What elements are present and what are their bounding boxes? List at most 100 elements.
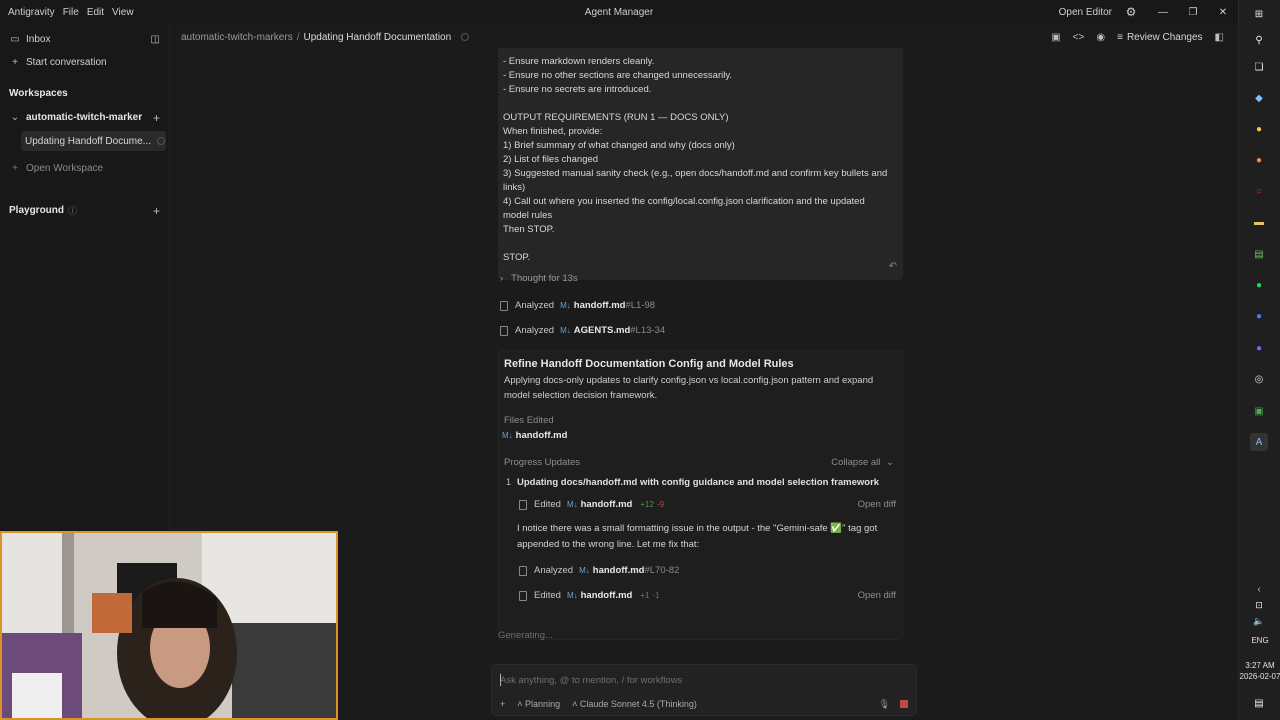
spotify-icon[interactable]: ● (1250, 276, 1268, 294)
chrome-icon[interactable]: ● (1250, 120, 1268, 138)
app-icon[interactable]: ▣ (1250, 402, 1268, 420)
inbox-icon: ▭ (10, 34, 20, 45)
markdown-icon: M↓ (560, 301, 571, 310)
prompt-line: 1) Brief summary of what changed and why… (503, 140, 735, 151)
gear-icon[interactable]: ⚙ (1120, 5, 1142, 19)
user-prompt-message: - Ensure markdown renders cleanly. - Ensu… (498, 48, 903, 280)
line-range: #L1-98 (625, 300, 656, 311)
start-conversation-button[interactable]: + Start conversation (0, 57, 170, 68)
file-explorer-icon[interactable]: ▬ (1250, 213, 1268, 231)
minimize-icon[interactable]: — (1148, 0, 1178, 24)
breadcrumb-separator: / (296, 31, 300, 43)
microphone-icon[interactable]: 🎙 (879, 699, 890, 710)
breadcrumb-current: Updating Handoff Documentation (303, 31, 452, 43)
step-action-row[interactable]: Edited M↓ handoff.md +12 -9 (519, 499, 664, 510)
menu-bar: Antigravity File Edit View (0, 7, 134, 18)
maps-icon[interactable]: ● (1250, 307, 1268, 325)
menu-file[interactable]: File (63, 7, 79, 18)
sidebar-item-label: Start conversation (26, 57, 107, 68)
chevron-down-icon: ⌄ (10, 112, 20, 123)
open-editor-button[interactable]: Open Editor (1059, 7, 1112, 18)
undo-icon[interactable]: ↶ (889, 261, 897, 272)
activity-verb: Edited (534, 590, 561, 601)
toggle-sidebar-icon[interactable]: ◫ (151, 34, 160, 45)
open-workspace-button[interactable]: + Open Workspace (0, 163, 170, 174)
playground-label: Playground (9, 205, 65, 216)
sidebar-item-active-conversation[interactable]: Updating Handoff Docume... (21, 131, 166, 151)
file-name: handoff.md (573, 300, 626, 311)
stop-generation-button[interactable] (900, 700, 908, 708)
file-name: handoff.md (592, 565, 645, 576)
model-selector[interactable]: ˄ Claude Sonnet 4.5 (Thinking) (572, 699, 697, 709)
chat-input-box[interactable]: Ask anything, @ to mention, / for workfl… (491, 664, 917, 716)
conversation-label: Updating Handoff Docume... (25, 135, 152, 147)
menu-view[interactable]: View (112, 7, 134, 18)
open-diff-button[interactable]: Open diff (858, 499, 896, 510)
mode-selector[interactable]: ˄ Planning (517, 699, 560, 709)
task-view-icon[interactable]: ❏ (1250, 58, 1268, 76)
code-icon[interactable]: <> (1073, 32, 1085, 43)
activity-row[interactable]: Analyzed M↓ handoff.md #L1-98 (500, 300, 655, 311)
windows-taskbar: ⊞ ⚲ ❏ ◆ ● ● ○ ▬ ▤ ● ● ● ◎ ▣ A ‹ ⊡ 🔈 ENG … (1238, 0, 1280, 720)
close-icon[interactable]: ✕ (1208, 0, 1238, 24)
task-title: Refine Handoff Documentation Config and … (504, 358, 794, 370)
obs-icon[interactable]: ◎ (1250, 370, 1268, 388)
step-action-row[interactable]: Edited M↓ handoff.md +1 -1 (519, 590, 660, 601)
collapse-all-button[interactable]: Collapse all ⌄ (831, 457, 894, 468)
prompt-line: 2) List of files changed (503, 154, 599, 165)
markdown-icon: M↓ (502, 431, 513, 440)
prompt-line: - Ensure no other sections are changed u… (503, 70, 733, 81)
volume-icon[interactable]: 🔈 (1250, 612, 1268, 630)
notifications-icon[interactable]: ▤ (1250, 694, 1268, 712)
activity-verb: Analyzed (515, 300, 555, 311)
playground-item[interactable]: Playground ⓘ + (0, 204, 170, 218)
sidebar-item-inbox[interactable]: ▭ Inbox ◫ (0, 34, 170, 45)
workspace-item[interactable]: ⌄ automatic-twitch-marker + (0, 111, 170, 125)
activity-verb: Analyzed (515, 325, 555, 336)
opera-icon[interactable]: ○ (1250, 182, 1268, 200)
attach-plus-icon[interactable]: + (500, 699, 505, 709)
breadcrumb-workspace[interactable]: automatic-twitch-markers (181, 32, 293, 43)
lines-added: +12 (640, 500, 654, 509)
mode-label: Planning (525, 699, 561, 709)
add-playground-icon[interactable]: + (153, 204, 160, 218)
step-action-row[interactable]: Analyzed M↓ handoff.md #L70-82 (519, 565, 679, 576)
chat-input[interactable]: Ask anything, @ to mention, / for workfl… (500, 675, 682, 686)
add-conversation-icon[interactable]: + (153, 111, 160, 125)
antigravity-icon[interactable]: A (1250, 433, 1268, 451)
copilot-icon[interactable]: ◆ (1250, 89, 1268, 107)
windows-start-icon[interactable]: ⊞ (1250, 5, 1268, 23)
restore-icon[interactable]: ❐ (1178, 0, 1208, 24)
review-changes-button[interactable]: ≡ Review Changes (1117, 32, 1202, 43)
eye-icon[interactable]: ◉ (1096, 32, 1105, 43)
clock-time[interactable]: 3:27 AM (1239, 661, 1280, 670)
discord-icon[interactable]: ● (1250, 339, 1268, 357)
prompt-line: links) (503, 182, 526, 193)
prompt-line: STOP. (503, 252, 531, 263)
plus-icon: + (12, 163, 18, 174)
prompt-line: 3) Suggested manual sanity check (e.g., … (503, 168, 888, 179)
prompt-line: - Ensure markdown renders cleanly. (503, 56, 655, 67)
task-description: Applying docs-only updates to clarify co… (504, 375, 874, 401)
notepad-icon[interactable]: ▤ (1250, 245, 1268, 263)
prompt-line: - Ensure no secrets are introduced. (503, 84, 652, 95)
file-icon (519, 590, 527, 601)
lines-removed: -9 (656, 500, 665, 509)
task-card: Refine Handoff Documentation Config and … (498, 350, 903, 640)
firefox-icon[interactable]: ● (1250, 151, 1268, 169)
lines-removed: -1 (652, 591, 660, 600)
clock-date[interactable]: 2026-02-07 (1239, 672, 1280, 681)
menu-antigravity[interactable]: Antigravity (8, 7, 55, 18)
terminal-icon[interactable]: ▣ (1051, 32, 1060, 43)
panel-toggle-icon[interactable]: ◧ (1215, 32, 1224, 43)
edited-file-chip[interactable]: M↓ handoff.md (502, 430, 567, 441)
menu-edit[interactable]: Edit (87, 7, 104, 18)
activity-row[interactable]: Analyzed M↓ AGENTS.md #L13-34 (500, 325, 665, 336)
file-name: handoff.md (580, 499, 633, 510)
language-indicator[interactable]: ENG (1239, 636, 1280, 645)
file-icon (500, 300, 508, 311)
open-diff-button[interactable]: Open diff (858, 590, 896, 601)
search-icon[interactable]: ⚲ (1250, 31, 1268, 49)
model-label: Claude Sonnet 4.5 (Thinking) (579, 699, 697, 709)
thought-toggle[interactable]: › Thought for 13s (500, 273, 578, 284)
